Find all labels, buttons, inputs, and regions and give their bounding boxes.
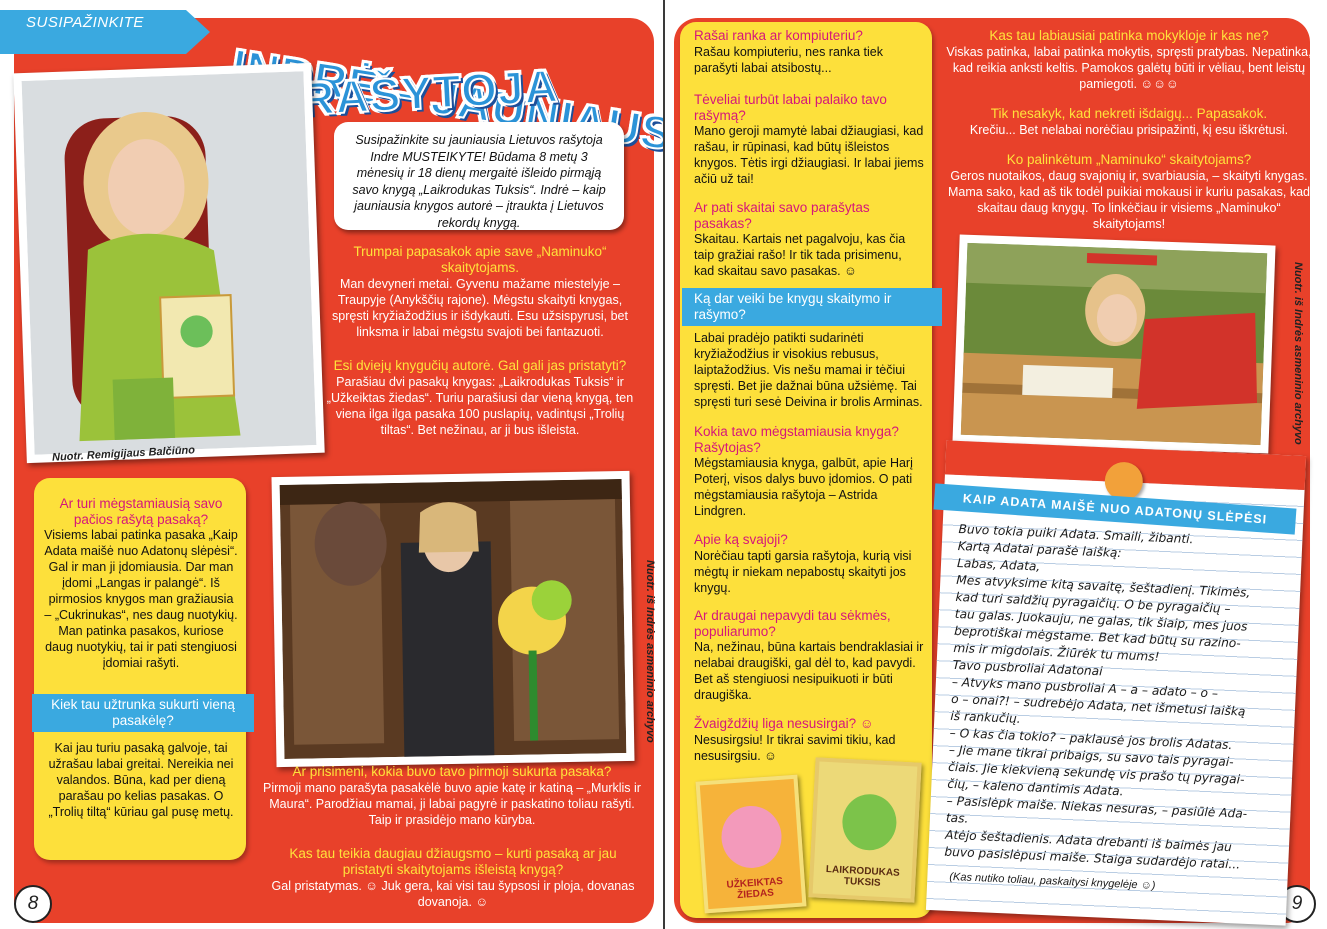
yqa2-answer: Mano geroji mamytė labai džiaugiasi, kad…: [694, 124, 924, 186]
yqa7: Ar draugai nepavydi tau sėkmės, populiar…: [694, 608, 924, 703]
rqa3: Ko palinkėtum „Naminuko“ skaitytojams? G…: [946, 152, 1312, 232]
yqa8: Žvaigždžių liga nesusirgai? ☺ Nesusirgsi…: [694, 716, 924, 764]
title-line2: RAŠYTOJA: [299, 59, 561, 126]
book2-title: LAIKRODUKAS TUKSIS: [825, 864, 901, 889]
qa2-answer: Parašiau dvi pasakų knygas: „Laikrodukas…: [326, 375, 634, 437]
box-qa: Ar turi mėgstamiausią savo pačios rašytą…: [44, 496, 238, 671]
yqa2-question: Tėveliai turbūt labai palaiko tavo rašym…: [694, 92, 887, 123]
box-question: Ar turi mėgstamiausią savo pačios rašytą…: [59, 496, 223, 527]
qa3-question: Ar prisimeni, kokia buvo tavo pirmoji su…: [292, 764, 612, 779]
ribbon-question: Kiek tau užtrunka sukurti vieną pasakėlę…: [32, 694, 254, 732]
rqa3-answer: Geros nuotaikos, daug svajonių ir, svarb…: [948, 169, 1310, 231]
yqa5-answer: Mėgstamiausia knyga, galbūt, apie Harį P…: [694, 456, 913, 518]
yqa5: Kokia tavo mėgstamiausia knyga? Rašytoja…: [694, 424, 924, 519]
left-page: SUSIPAŽINKITE INDRĖ – JAUNIAUSIA RAŠYTOJ…: [0, 0, 664, 929]
right-photo-credit: Nuotr. iš Indrės asmeninio archyvo: [1292, 262, 1304, 445]
notebook-text: Buvo tokia puiki Adata. Smaili, žibanti.…: [943, 521, 1285, 900]
yqa3-answer: Skaitau. Kartais net pagalvoju, kas čia …: [694, 232, 906, 278]
yqa7-question: Ar draugai nepavydi tau sėkmės, populiar…: [694, 608, 891, 639]
rqa1: Kas tau labiausiai patinka mokykloje ir …: [946, 28, 1312, 92]
qa3-answer: Pirmoji mano parašyta pasakėlė buvo apie…: [263, 781, 641, 827]
yqa1: Rašai ranka ar kompiuteriu? Rašau kompiu…: [694, 28, 924, 76]
qa1-question: Trumpai papasakok apie save „Naminuko“ s…: [353, 244, 607, 275]
book2-illustration: [840, 792, 898, 852]
photo-girl-reading-outdoors: [952, 234, 1276, 454]
yqa2: Tėveliai turbūt labai palaiko tavo rašym…: [694, 92, 924, 187]
yqa3-question: Ar pati skaitai savo parašytas pasakas?: [694, 200, 870, 231]
photo-girl-with-book: [13, 62, 325, 464]
qa1-answer: Man devyneri metai. Gyvenu mažame mieste…: [332, 277, 628, 339]
yqa1-answer: Rašau kompiuteriu, nes ranka tiek parašy…: [694, 44, 883, 75]
intro-box: Susipažinkite su jauniausia Lietuvos raš…: [334, 122, 624, 230]
yqa5-question: Kokia tavo mėgstamiausia knyga? Rašytoja…: [694, 424, 899, 455]
rqa2-answer: Krečiu... Bet nelabai norėčiau prisipaži…: [969, 123, 1289, 137]
yqa8-question: Žvaigždžių liga nesusirgai? ☺: [694, 716, 874, 731]
rqa1-question: Kas tau labiausiai patinka mokykloje ir …: [989, 28, 1269, 43]
qa2: Esi dviejų knygučių autorė. Gal gali jas…: [318, 358, 642, 438]
yqa3: Ar pati skaitai savo parašytas pasakas? …: [694, 200, 924, 279]
yribbon-question: Ką dar veiki be knygų skaitymo ir rašymo…: [682, 288, 942, 326]
yqa1-question: Rašai ranka ar kompiuteriu?: [694, 28, 863, 43]
ribbon-answer: Kai jau turiu pasaką galvoje, tai užraša…: [48, 741, 234, 819]
ribbon-answer-block: Kai jau turiu pasaką galvoje, tai užraša…: [46, 740, 236, 820]
yqa6: Apie ką svajoji? Norėčiau tapti garsia r…: [694, 532, 924, 596]
yqa4: Labai pradėjo patikti sudarinėti kryžiaž…: [694, 330, 924, 410]
notebook-footer: (Kas nutiko toliau, paskaitysi knygelėje…: [949, 870, 1156, 892]
qa1: Trumpai papasakok apie save „Naminuko“ s…: [318, 244, 642, 340]
book1-title: UŽKEIKTAS ŽIEDAS: [726, 875, 784, 902]
rqa2: Tik nesakyk, kad nekreti išdaigų... Papa…: [946, 106, 1312, 138]
book-cover-uzkeiktas-ziedas: UŽKEIKTAS ŽIEDAS: [695, 774, 807, 914]
yqa6-question: Apie ką svajoji?: [694, 532, 788, 547]
qa4: Kas tau teikia daugiau džiaugsmo – kurti…: [264, 846, 642, 910]
left-page-number: 8: [14, 885, 52, 923]
qa4-answer: Gal pristatymas. ☺ Juk gera, kai visi ta…: [271, 879, 635, 909]
photo-girl-with-flowers: [271, 470, 635, 768]
yqa7-answer: Na, nežinau, būna kartais bendraklasiai …: [694, 640, 924, 702]
book1-illustration: [719, 803, 784, 870]
box-answer: Visiems labai patinka pasaka „Kaip Adata…: [44, 528, 238, 670]
book-cover-laikrodukas-tuksis: LAIKRODUKAS TUKSIS: [808, 757, 922, 903]
qa3: Ar prisimeni, kokia buvo tavo pirmoji su…: [262, 764, 642, 828]
qa2-question: Esi dviejų knygučių autorė. Gal gali jas…: [333, 358, 627, 373]
photo2-credit: Nuotr. iš Indrės asmeninio archyvo: [644, 560, 656, 743]
section-tag-label: SUSIPAŽINKITE: [26, 14, 144, 31]
qa4-question: Kas tau teikia daugiau džiaugsmo – kurti…: [289, 846, 617, 877]
rqa3-question: Ko palinkėtum „Naminuko“ skaitytojams?: [1006, 152, 1252, 167]
rqa1-answer: Viskas patinka, labai patinka mokytis, s…: [946, 45, 1312, 91]
yqa4-answer: Labai pradėjo patikti sudarinėti kryžiaž…: [694, 331, 923, 409]
yqa8-answer: Nesusirgsiu! Ir tikrai savimi tikiu, kad…: [694, 732, 896, 763]
rqa2-question: Tik nesakyk, kad nekreti išdaigų... Papa…: [990, 106, 1268, 121]
yqa6-answer: Norėčiau tapti garsia rašytoja, kurią vi…: [694, 548, 912, 595]
